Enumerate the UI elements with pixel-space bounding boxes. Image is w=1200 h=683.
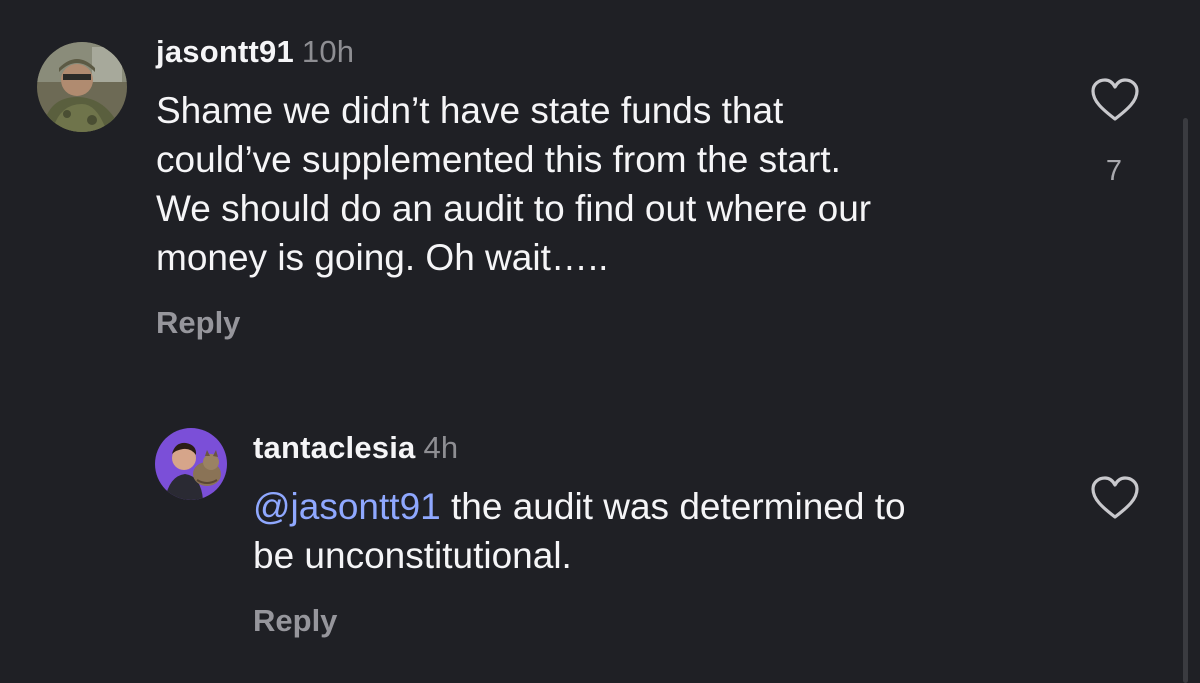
username-label[interactable]: jasontt91 <box>156 34 294 69</box>
heart-outline-icon[interactable] <box>1090 475 1140 521</box>
comment-body: Shame we didn’t have state funds that co… <box>156 86 871 282</box>
comment-author[interactable]: jasontt91 10h <box>156 34 354 70</box>
comment-timestamp: 10h <box>301 34 355 69</box>
comment-line: @jasontt91 the audit was determined to <box>253 482 906 531</box>
avatar-photo-icon <box>155 428 227 500</box>
avatar-tantaclesia[interactable] <box>155 428 227 500</box>
comment-jasontt91: jasontt91 10h Shame we didn’t have state … <box>0 0 1200 380</box>
comment-line: be unconstitutional. <box>253 535 572 576</box>
heart-outline-icon[interactable] <box>1090 77 1140 123</box>
avatar-photo-icon <box>37 42 127 132</box>
comment-line: We should do an audit to find out where … <box>156 188 872 229</box>
comment-body: @jasontt91 the audit was determined to b… <box>253 482 906 580</box>
comment-line: could’ve supplemented this from the star… <box>156 139 841 180</box>
comment-author[interactable]: tantaclesia 4h <box>253 430 458 466</box>
comment-text: the audit was determined to <box>440 486 906 527</box>
comment-timestamp: 4h <box>423 430 459 465</box>
comments-thread: jasontt91 10h Shame we didn’t have state … <box>0 0 1200 683</box>
scrollbar[interactable] <box>1183 118 1188 683</box>
username-label[interactable]: tantaclesia <box>253 430 415 465</box>
reply-button[interactable]: Reply <box>253 603 337 639</box>
comment-tantaclesia: tantaclesia 4h @jasontt91 the audit was d… <box>0 400 1200 683</box>
like-count: 7 <box>1105 155 1123 187</box>
comment-line: money is going. Oh wait….. <box>156 237 609 278</box>
user-mention-link[interactable]: @jasontt91 <box>253 486 441 527</box>
avatar-jasontt91[interactable] <box>37 42 127 132</box>
reply-button[interactable]: Reply <box>156 305 240 341</box>
comment-line: Shame we didn’t have state funds that <box>156 90 784 131</box>
